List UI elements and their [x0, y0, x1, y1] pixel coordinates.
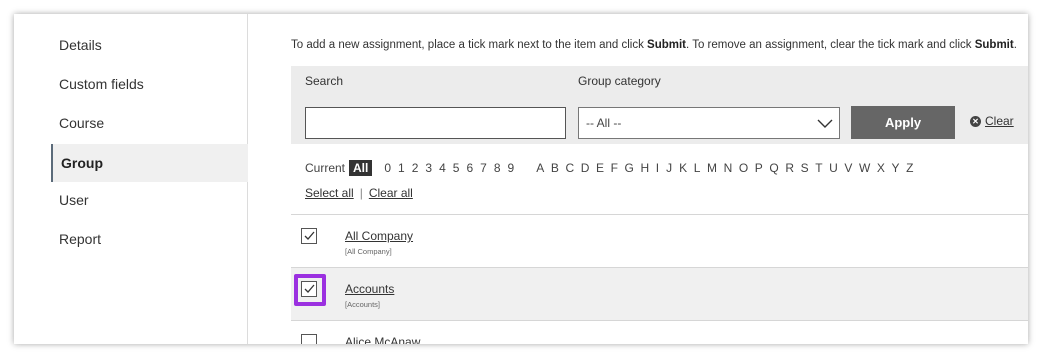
letter-filter-w[interactable]: W: [859, 161, 870, 175]
checkbox-highlight: [294, 274, 326, 306]
letter-filter-y[interactable]: Y: [892, 161, 900, 175]
filter-panel: Search Group category -- All -- Apply ✕ …: [291, 66, 1028, 144]
instructions-bold: Submit: [974, 39, 1014, 51]
row-title-link[interactable]: Alice McAnaw: [345, 335, 420, 344]
instructions-part: . To remove an assignment, clear the tic…: [686, 39, 975, 51]
list-item: All Company [All Company]: [291, 215, 1028, 268]
sidebar-item-group[interactable]: Group: [51, 144, 248, 182]
letter-filter-k[interactable]: K: [679, 161, 687, 175]
chevron-down-icon: [817, 119, 833, 128]
row-title-link[interactable]: Accounts: [345, 282, 394, 296]
letter-filter-b[interactable]: B: [551, 161, 559, 175]
group-category-value: -- All --: [586, 116, 622, 130]
letter-filter-6[interactable]: 6: [466, 161, 473, 175]
letter-filter-8[interactable]: 8: [494, 161, 501, 175]
list-item: Alice McAnaw: [291, 321, 1028, 344]
instructions-bold: Submit: [647, 39, 687, 51]
letter-filter-r[interactable]: R: [785, 161, 794, 175]
letter-filter-1[interactable]: 1: [398, 161, 405, 175]
sidebar: Details Custom fields Course Group User …: [14, 14, 248, 344]
sidebar-item-course[interactable]: Course: [51, 104, 248, 142]
select-links: Select all | Clear all: [305, 186, 413, 200]
letter-filter-d[interactable]: D: [581, 161, 590, 175]
letter-filter-0[interactable]: 0: [384, 161, 391, 175]
letter-filter-t[interactable]: T: [815, 161, 822, 175]
letter-filter-e[interactable]: E: [596, 161, 604, 175]
letter-list: 0123456789 ABCDEFGHIJKLMNOPQRSTUVWXYZ: [384, 161, 920, 175]
letter-filter-m[interactable]: M: [707, 161, 717, 175]
sidebar-item-label: Custom fields: [59, 76, 144, 92]
letter-filter-3[interactable]: 3: [425, 161, 432, 175]
sidebar-item-details[interactable]: Details: [51, 26, 248, 64]
letter-filter-2[interactable]: 2: [412, 161, 419, 175]
group-list: All Company [All Company] Accounts [Acco…: [291, 214, 1028, 344]
group-category-label: Group category: [578, 74, 661, 88]
current-label: Current: [305, 161, 346, 175]
select-all-link[interactable]: Select all: [305, 186, 354, 200]
letter-filter-c[interactable]: C: [565, 161, 574, 175]
sidebar-item-label: Group: [61, 155, 103, 171]
sidebar-item-label: Course: [59, 115, 105, 131]
row-title-link[interactable]: All Company: [345, 229, 413, 243]
letter-filter-i[interactable]: I: [656, 161, 659, 175]
clear-all-link[interactable]: Clear all: [369, 186, 413, 200]
letter-filter-a[interactable]: A: [536, 161, 544, 175]
instructions-part: .: [1013, 39, 1017, 51]
letter-filter-l[interactable]: L: [694, 161, 701, 175]
group-category-select[interactable]: -- All --: [578, 107, 840, 139]
instructions-text: To add a new assignment, place a tick ma…: [291, 39, 1017, 51]
apply-button[interactable]: Apply: [851, 106, 955, 139]
letter-filter-u[interactable]: U: [829, 161, 838, 175]
sidebar-item-label: Report: [59, 231, 102, 247]
close-circle-icon: ✕: [970, 115, 981, 127]
letter-filter-s[interactable]: S: [801, 161, 809, 175]
instructions-part: To add a new assignment, place a tick ma…: [291, 39, 648, 51]
letter-filter-x[interactable]: X: [877, 161, 885, 175]
letter-filter-z[interactable]: Z: [906, 161, 913, 175]
sidebar-item-custom-fields[interactable]: Custom fields: [51, 65, 248, 103]
app-frame: Details Custom fields Course Group User …: [14, 14, 1028, 344]
letter-filter-j[interactable]: J: [666, 161, 672, 175]
sidebar-item-label: User: [59, 192, 89, 208]
search-input[interactable]: [305, 107, 566, 139]
clear-label: Clear: [985, 114, 1014, 128]
search-label: Search: [305, 74, 344, 88]
sidebar-item-report[interactable]: Report: [51, 220, 248, 258]
row-checkbox[interactable]: [301, 228, 317, 244]
letter-filter-7[interactable]: 7: [480, 161, 487, 175]
letter-filter-o[interactable]: O: [739, 161, 748, 175]
checkmark-icon: [304, 231, 315, 240]
letter-filter-n[interactable]: N: [724, 161, 733, 175]
letter-filter-g[interactable]: G: [625, 161, 634, 175]
row-subtitle: [Accounts]: [345, 300, 381, 309]
letter-filter-h[interactable]: H: [640, 161, 649, 175]
letter-filter-q[interactable]: Q: [769, 161, 778, 175]
letter-filter-4[interactable]: 4: [439, 161, 446, 175]
letter-filter-f[interactable]: F: [611, 161, 618, 175]
alphabet-filter: Current All 0123456789 ABCDEFGHIJKLMNOPQR…: [305, 159, 920, 177]
letter-filter-v[interactable]: V: [844, 161, 852, 175]
row-subtitle: [All Company]: [345, 247, 392, 256]
sidebar-item-user[interactable]: User: [51, 181, 248, 219]
letter-filter-p[interactable]: P: [755, 161, 763, 175]
sidebar-item-label: Details: [59, 37, 102, 53]
main-content: To add a new assignment, place a tick ma…: [291, 14, 1028, 344]
list-item: Accounts [Accounts]: [291, 268, 1028, 321]
all-filter-badge[interactable]: All: [349, 160, 373, 176]
letter-filter-5[interactable]: 5: [453, 161, 460, 175]
clear-link[interactable]: ✕ Clear: [970, 114, 1014, 128]
separator: |: [359, 186, 363, 200]
letter-filter-9[interactable]: 9: [508, 161, 515, 175]
row-checkbox[interactable]: [301, 334, 317, 344]
